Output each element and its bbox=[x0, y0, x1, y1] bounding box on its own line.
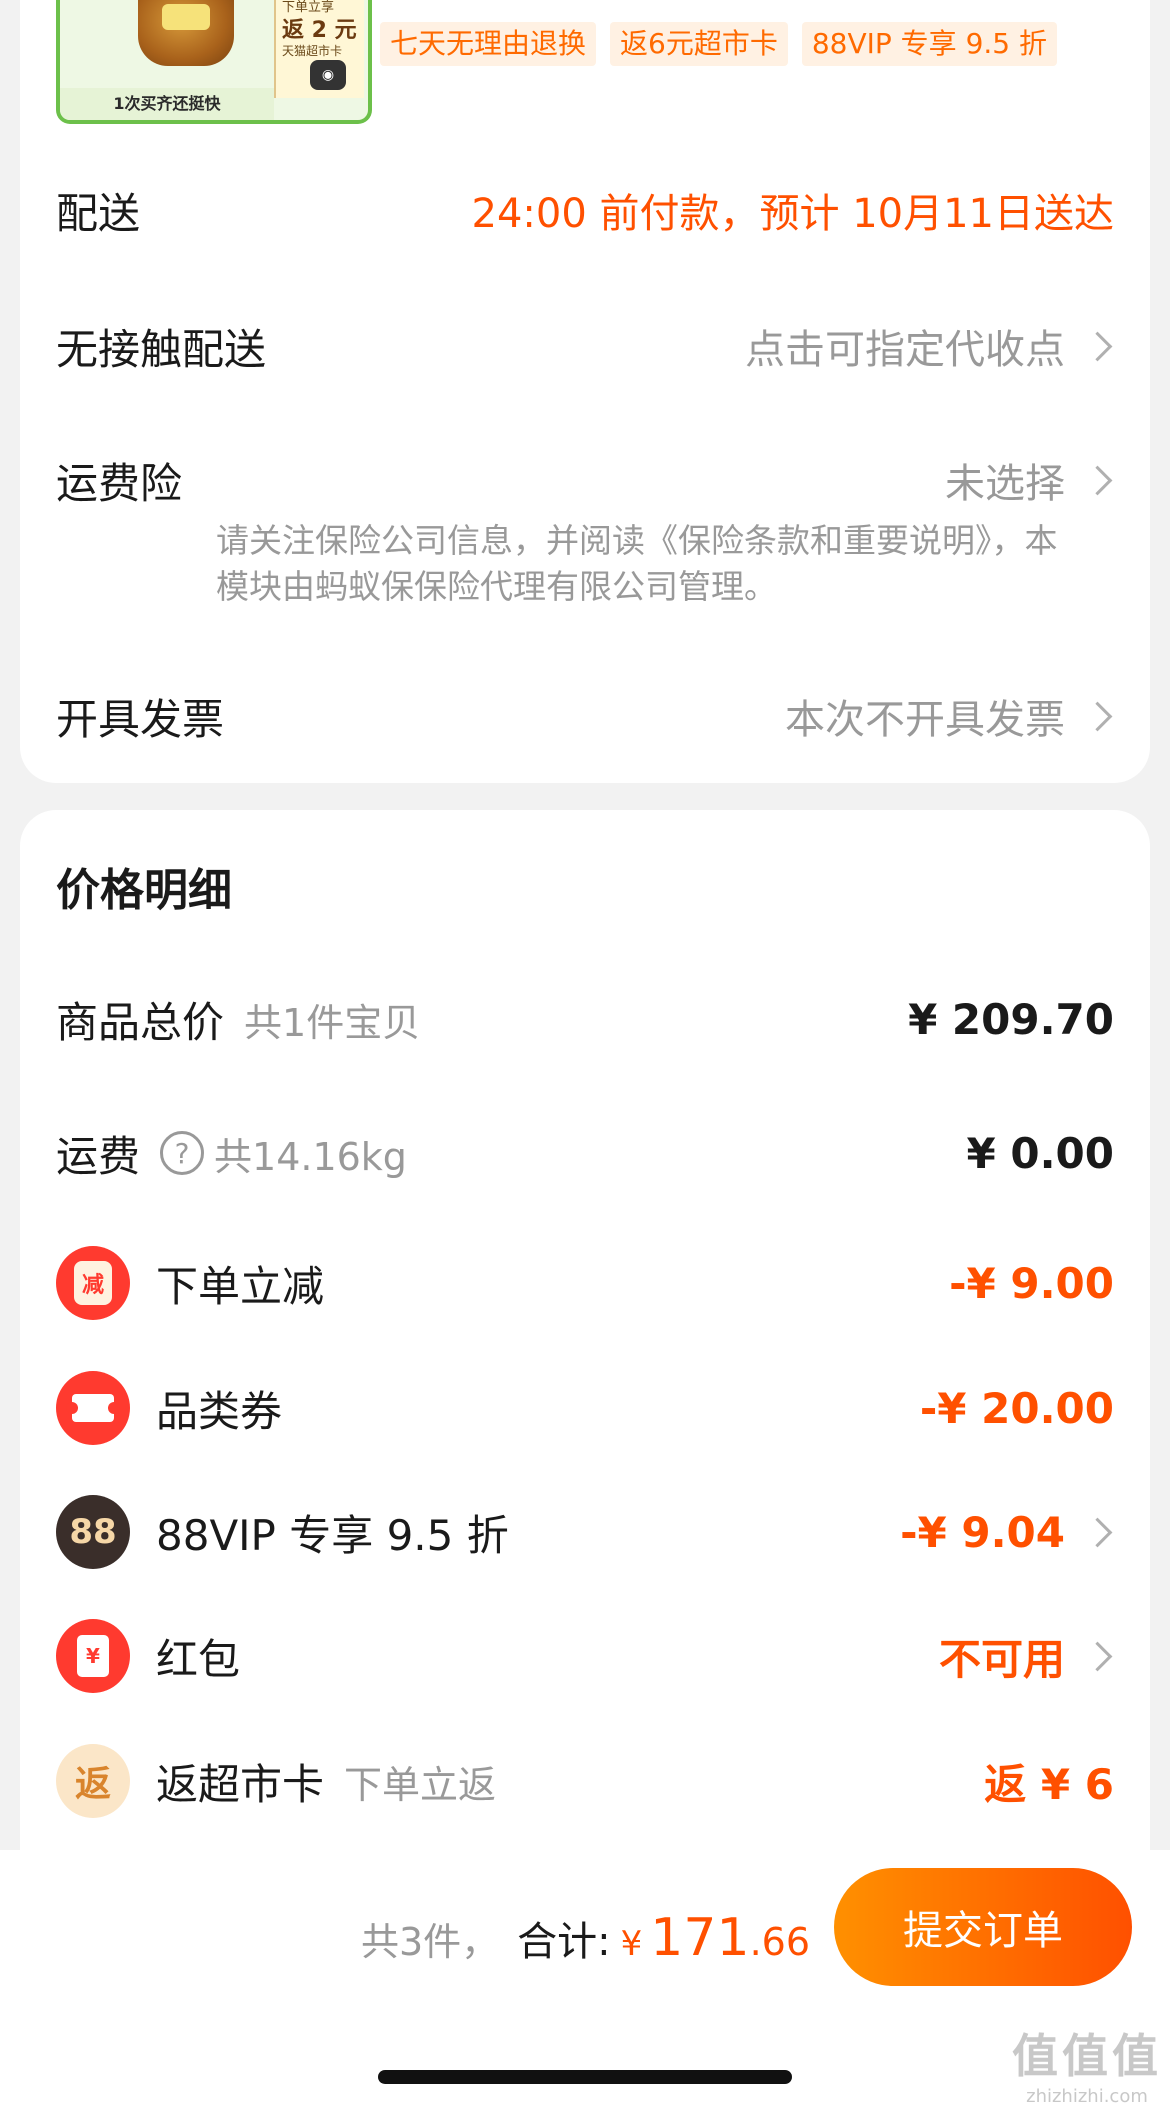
order-summary: 共3件， 合计: ¥ 171 .66 bbox=[361, 1908, 810, 1968]
tmall-cat-icon: ◉ bbox=[310, 60, 346, 90]
thumbnail-promo: 下单立享 返 2 元 天猫超市卡 ◉ bbox=[274, 0, 364, 98]
chevron-right-icon bbox=[1082, 465, 1113, 495]
coupon-ticket-icon bbox=[56, 1371, 130, 1445]
item-count: 共3件， bbox=[360, 1920, 500, 1964]
checkout-bar: 共3件， 合计: ¥ 171 .66 提交订单 值值值 zhizhizhi.co… bbox=[0, 1850, 1170, 2110]
total-integer: 171 bbox=[650, 1908, 750, 1968]
cashback-label: 返超市卡 bbox=[156, 1759, 325, 1809]
cashback-row: 返 返超市卡 下单立返 返 ¥ 6 bbox=[56, 1744, 1114, 1818]
jar-label-image bbox=[162, 4, 210, 30]
delivery-row: 配送 24:00 前付款，预计 10月11日送达 bbox=[56, 180, 1114, 240]
order-options-card: 下单立享 返 2 元 天猫超市卡 ◉ 1次买齐还挺快 七天无理由退换 返6元超市… bbox=[20, 0, 1150, 783]
total-decimal: .66 bbox=[749, 1920, 810, 1964]
contactless-value-wrap[interactable]: 点击可指定代收点 bbox=[745, 317, 1114, 375]
discount-icon-glyph: 减 bbox=[74, 1261, 112, 1305]
delivery-value: 24:00 前付款，预计 10月11日送达 bbox=[471, 191, 1115, 237]
redpacket-value: 不可用 bbox=[938, 1634, 1065, 1684]
chevron-right-icon bbox=[1082, 1517, 1113, 1547]
price-detail-card: 价格明细 商品总价 共1件宝贝 ¥ 209.70 运费 ? 共14.16kg ¥… bbox=[20, 810, 1150, 1850]
redpacket-label: 红包 bbox=[156, 1634, 241, 1684]
vip-value: -¥ 9.04 bbox=[900, 1507, 1065, 1557]
insurance-row[interactable]: 运费险 未选择 bbox=[56, 450, 1114, 510]
total-label: 合计: bbox=[517, 1919, 611, 1965]
watermark-logo: 值值值 bbox=[1012, 2029, 1162, 2083]
product-thumbnail[interactable]: 下单立享 返 2 元 天猫超市卡 ◉ 1次买齐还挺快 bbox=[56, 0, 372, 124]
total-currency: ¥ bbox=[620, 1924, 643, 1964]
discount-icon: 减 bbox=[56, 1246, 130, 1320]
discount-row: 减 下单立减 -¥ 9.00 bbox=[56, 1246, 1114, 1320]
ticket-shape bbox=[66, 1394, 120, 1422]
redpacket-icon: ¥ bbox=[56, 1619, 130, 1693]
goods-total-row: 商品总价 共1件宝贝 ¥ 209.70 bbox=[56, 987, 1114, 1051]
section-title: 价格明细 bbox=[56, 865, 232, 916]
coupon-label: 品类券 bbox=[156, 1386, 283, 1436]
delivery-label: 配送 bbox=[56, 188, 141, 238]
insurance-value: 未选择 bbox=[945, 461, 1065, 507]
tag-vip: 88VIP 专享 9.5 折 bbox=[801, 22, 1058, 66]
shipping-label: 运费 bbox=[56, 1131, 141, 1181]
contactless-label: 无接触配送 bbox=[56, 324, 267, 374]
thumbnail-footer: 1次买齐还挺快 bbox=[60, 88, 274, 120]
discount-label: 下单立减 bbox=[156, 1261, 325, 1311]
cashback-sub: 下单立返 bbox=[344, 1762, 497, 1807]
watermark-url: zhizhizhi.com bbox=[1026, 2086, 1148, 2107]
tag-cashback: 返6元超市卡 bbox=[610, 22, 788, 66]
invoice-row[interactable]: 开具发票 本次不开具发票 bbox=[56, 686, 1114, 746]
tag-return: 七天无理由退换 bbox=[380, 22, 597, 66]
promo-line-2: 返 2 元 bbox=[282, 18, 357, 43]
promo-line-3: 天猫超市卡 bbox=[282, 44, 343, 58]
shipping-row: 运费 ? 共14.16kg ¥ 0.00 bbox=[56, 1121, 1114, 1185]
cashback-value: 返 ¥ 6 bbox=[984, 1759, 1114, 1809]
redpacket-value-wrap[interactable]: 不可用 bbox=[939, 1626, 1114, 1687]
chevron-right-icon bbox=[1082, 1641, 1113, 1671]
insurance-value-wrap[interactable]: 未选择 bbox=[945, 451, 1114, 509]
shipping-weight: 共14.16kg bbox=[214, 1134, 407, 1179]
goods-total-label: 商品总价 bbox=[56, 997, 225, 1047]
home-indicator[interactable] bbox=[378, 2070, 792, 2084]
coupon-row: 品类券 -¥ 20.00 bbox=[56, 1371, 1114, 1445]
discount-value: -¥ 9.00 bbox=[949, 1258, 1114, 1308]
redpacket-row[interactable]: ¥ 红包 不可用 bbox=[56, 1619, 1114, 1693]
contactless-row[interactable]: 无接触配送 点击可指定代收点 bbox=[56, 316, 1114, 376]
vip-value-wrap[interactable]: -¥ 9.04 bbox=[900, 1508, 1114, 1557]
submit-order-button[interactable]: 提交订单 bbox=[834, 1868, 1132, 1986]
vip-row[interactable]: 88 88VIP 专享 9.5 折 -¥ 9.04 bbox=[56, 1495, 1114, 1569]
watermark: 值值值 zhizhizhi.com bbox=[1004, 2020, 1170, 2107]
envelope-glyph: ¥ bbox=[77, 1635, 109, 1677]
goods-total-value: ¥ 209.70 bbox=[908, 994, 1114, 1044]
shipping-value: ¥ 0.00 bbox=[966, 1128, 1114, 1178]
chevron-right-icon bbox=[1082, 331, 1113, 361]
contactless-value: 点击可指定代收点 bbox=[745, 327, 1065, 373]
goods-total-sub: 共1件宝贝 bbox=[244, 1000, 421, 1045]
chevron-right-icon bbox=[1082, 701, 1113, 731]
invoice-value: 本次不开具发票 bbox=[785, 697, 1065, 743]
help-icon[interactable]: ? bbox=[160, 1131, 205, 1175]
vip-label: 88VIP 专享 9.5 折 bbox=[156, 1510, 509, 1560]
cashback-icon: 返 bbox=[56, 1744, 130, 1818]
vip-88-icon: 88 bbox=[56, 1495, 130, 1569]
coupon-value: -¥ 20.00 bbox=[919, 1383, 1114, 1433]
insurance-label: 运费险 bbox=[56, 458, 183, 508]
insurance-note: 请关注保险公司信息，并阅读《保险条款和重要说明》，本模块由蚂蚁保保险代理有限公司… bbox=[216, 521, 1058, 606]
invoice-value-wrap[interactable]: 本次不开具发票 bbox=[785, 687, 1114, 745]
invoice-label: 开具发票 bbox=[56, 694, 225, 744]
product-tags: 七天无理由退换 返6元超市卡 88VIP 专享 9.5 折 bbox=[380, 22, 1058, 66]
